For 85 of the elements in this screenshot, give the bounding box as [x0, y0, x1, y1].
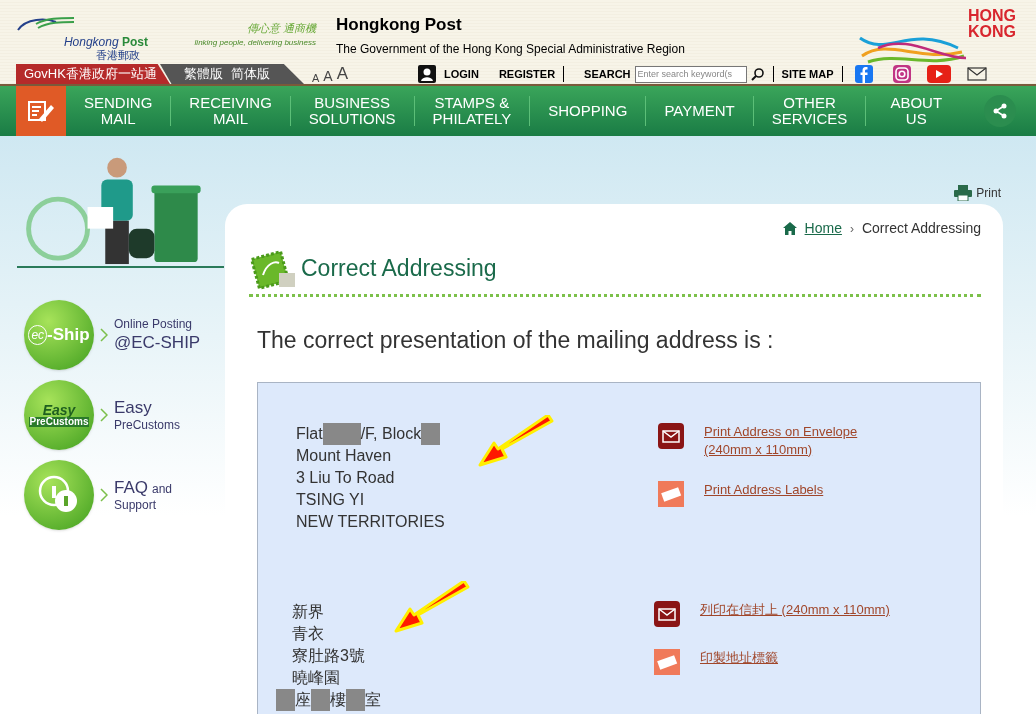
badge-text: PreCustoms [28, 417, 90, 427]
share-icon [992, 103, 1008, 119]
breadcrumb-link[interactable]: Home [804, 218, 842, 239]
slogan-text: linking people, delivering business [194, 36, 316, 49]
nav-item[interactable]: SENDING MAIL [66, 95, 171, 127]
print-address-link[interactable]: Print Address on Envelope (240mm x 110mm) [704, 422, 900, 459]
nav-item[interactable]: SHOPPING [530, 103, 646, 119]
address-line: 青衣 [292, 623, 325, 644]
print-address-link[interactable]: Print Address Labels [704, 480, 824, 499]
site-subtitle: The Government of the Hong Kong Special Administrative Region [336, 40, 685, 58]
chevron-icon [100, 488, 108, 502]
breadcrumb-separator: › [849, 220, 854, 238]
redaction-block [346, 688, 365, 711]
youtube-icon[interactable] [926, 65, 951, 83]
redaction-block [311, 688, 330, 711]
logo-text: 香港郵政 [96, 50, 140, 61]
share-button[interactable] [984, 95, 1016, 127]
print-address-link[interactable]: 列印在信封上 (240mm x 110mm) [700, 600, 890, 619]
site-map-link[interactable]: SITE MAP [772, 65, 843, 83]
nav-item[interactable]: ABOUT US [866, 95, 967, 127]
address-line: TSING YI [296, 489, 366, 510]
chevron-icon [100, 408, 108, 422]
pencil-note-icon [27, 99, 55, 123]
printer-icon [954, 185, 973, 201]
nav-item[interactable]: STAMPS & PHILATELY [414, 95, 530, 127]
envelope-icon [658, 422, 684, 449]
envelope-icon [654, 600, 680, 627]
label-icon [654, 648, 680, 675]
address-line: 座 樓 室 [276, 688, 654, 711]
service-link[interactable]: PreCustoms [114, 418, 181, 434]
print-link[interactable]: Print [976, 184, 1001, 202]
user-icon [418, 65, 437, 83]
intro-text: The correct presentation of the mailing address is : [257, 326, 775, 355]
page-heading: Correct Addressing [301, 253, 497, 283]
service-badge[interactable]: Easy PreCustoms [24, 380, 94, 450]
address-line: Flat /F, Block [296, 422, 658, 445]
service-link[interactable]: Easy [114, 396, 152, 419]
address-line: 新界 [292, 601, 325, 622]
address-line: NEW TERRITORIES [296, 511, 446, 532]
redaction-block [421, 422, 441, 445]
tools-button[interactable] [16, 86, 66, 136]
slogan-text: 傳心意 通商機 [246, 21, 316, 36]
service-badge[interactable] [24, 460, 94, 530]
language-link[interactable]: 繁體版 [184, 64, 223, 84]
print-address-link[interactable]: 印製地址標籤 [700, 648, 778, 667]
brand-text: HONG [968, 8, 1016, 24]
stamp-icon [249, 249, 297, 291]
search-icon[interactable] [750, 67, 765, 81]
breadcrumb-current: Correct Addressing [861, 219, 981, 238]
service-link[interactable]: FAQ [114, 476, 148, 499]
site-title: Hongkong Post [336, 14, 463, 36]
nav-item[interactable]: PAYMENT [646, 103, 753, 119]
font-size-button[interactable]: A [323, 65, 333, 87]
login-link[interactable]: LOGIN [444, 65, 479, 83]
brand-text: KONG [968, 24, 1016, 40]
redaction-block [322, 422, 342, 445]
language-link[interactable]: 简体版 [231, 64, 270, 84]
service-link[interactable]: Support [114, 498, 157, 514]
govhk-link[interactable]: GovHK香港政府一站通 [16, 64, 170, 84]
nav-item[interactable]: OTHER SERVICES [753, 95, 866, 127]
address-line: 曉峰園 [292, 667, 341, 688]
logo-text: Hongkong Post [63, 36, 148, 48]
facebook-icon[interactable] [854, 65, 873, 83]
nav-item[interactable]: RECEIVING MAIL [171, 95, 290, 127]
font-size-button[interactable]: A [312, 70, 320, 87]
badge-text: -Ship [47, 324, 90, 347]
home-icon [782, 222, 797, 235]
instagram-icon[interactable] [892, 65, 911, 83]
nav-item[interactable]: BUSINESS SOLUTIONS [290, 95, 414, 127]
redaction-block [276, 688, 295, 711]
service-link[interactable]: Online Posting [114, 316, 193, 332]
service-link[interactable]: and [152, 481, 173, 497]
font-size-button[interactable]: A [336, 61, 349, 87]
chevron-icon [100, 328, 108, 342]
badge-text: Easy [42, 403, 76, 417]
mail-icon[interactable] [966, 67, 987, 81]
redaction-block [341, 422, 361, 445]
service-link[interactable]: @EC-SHIP [114, 331, 201, 354]
label-icon [658, 480, 684, 507]
search-field[interactable]: Enter search keyword(s [634, 65, 747, 83]
address-line: 寮肚路3號 [292, 645, 366, 666]
address-line: Mount Haven [296, 445, 393, 466]
address-line: 3 Liu To Road [296, 467, 396, 488]
search-label: SEARCH [584, 66, 631, 82]
register-link[interactable]: REGISTER [498, 65, 565, 83]
